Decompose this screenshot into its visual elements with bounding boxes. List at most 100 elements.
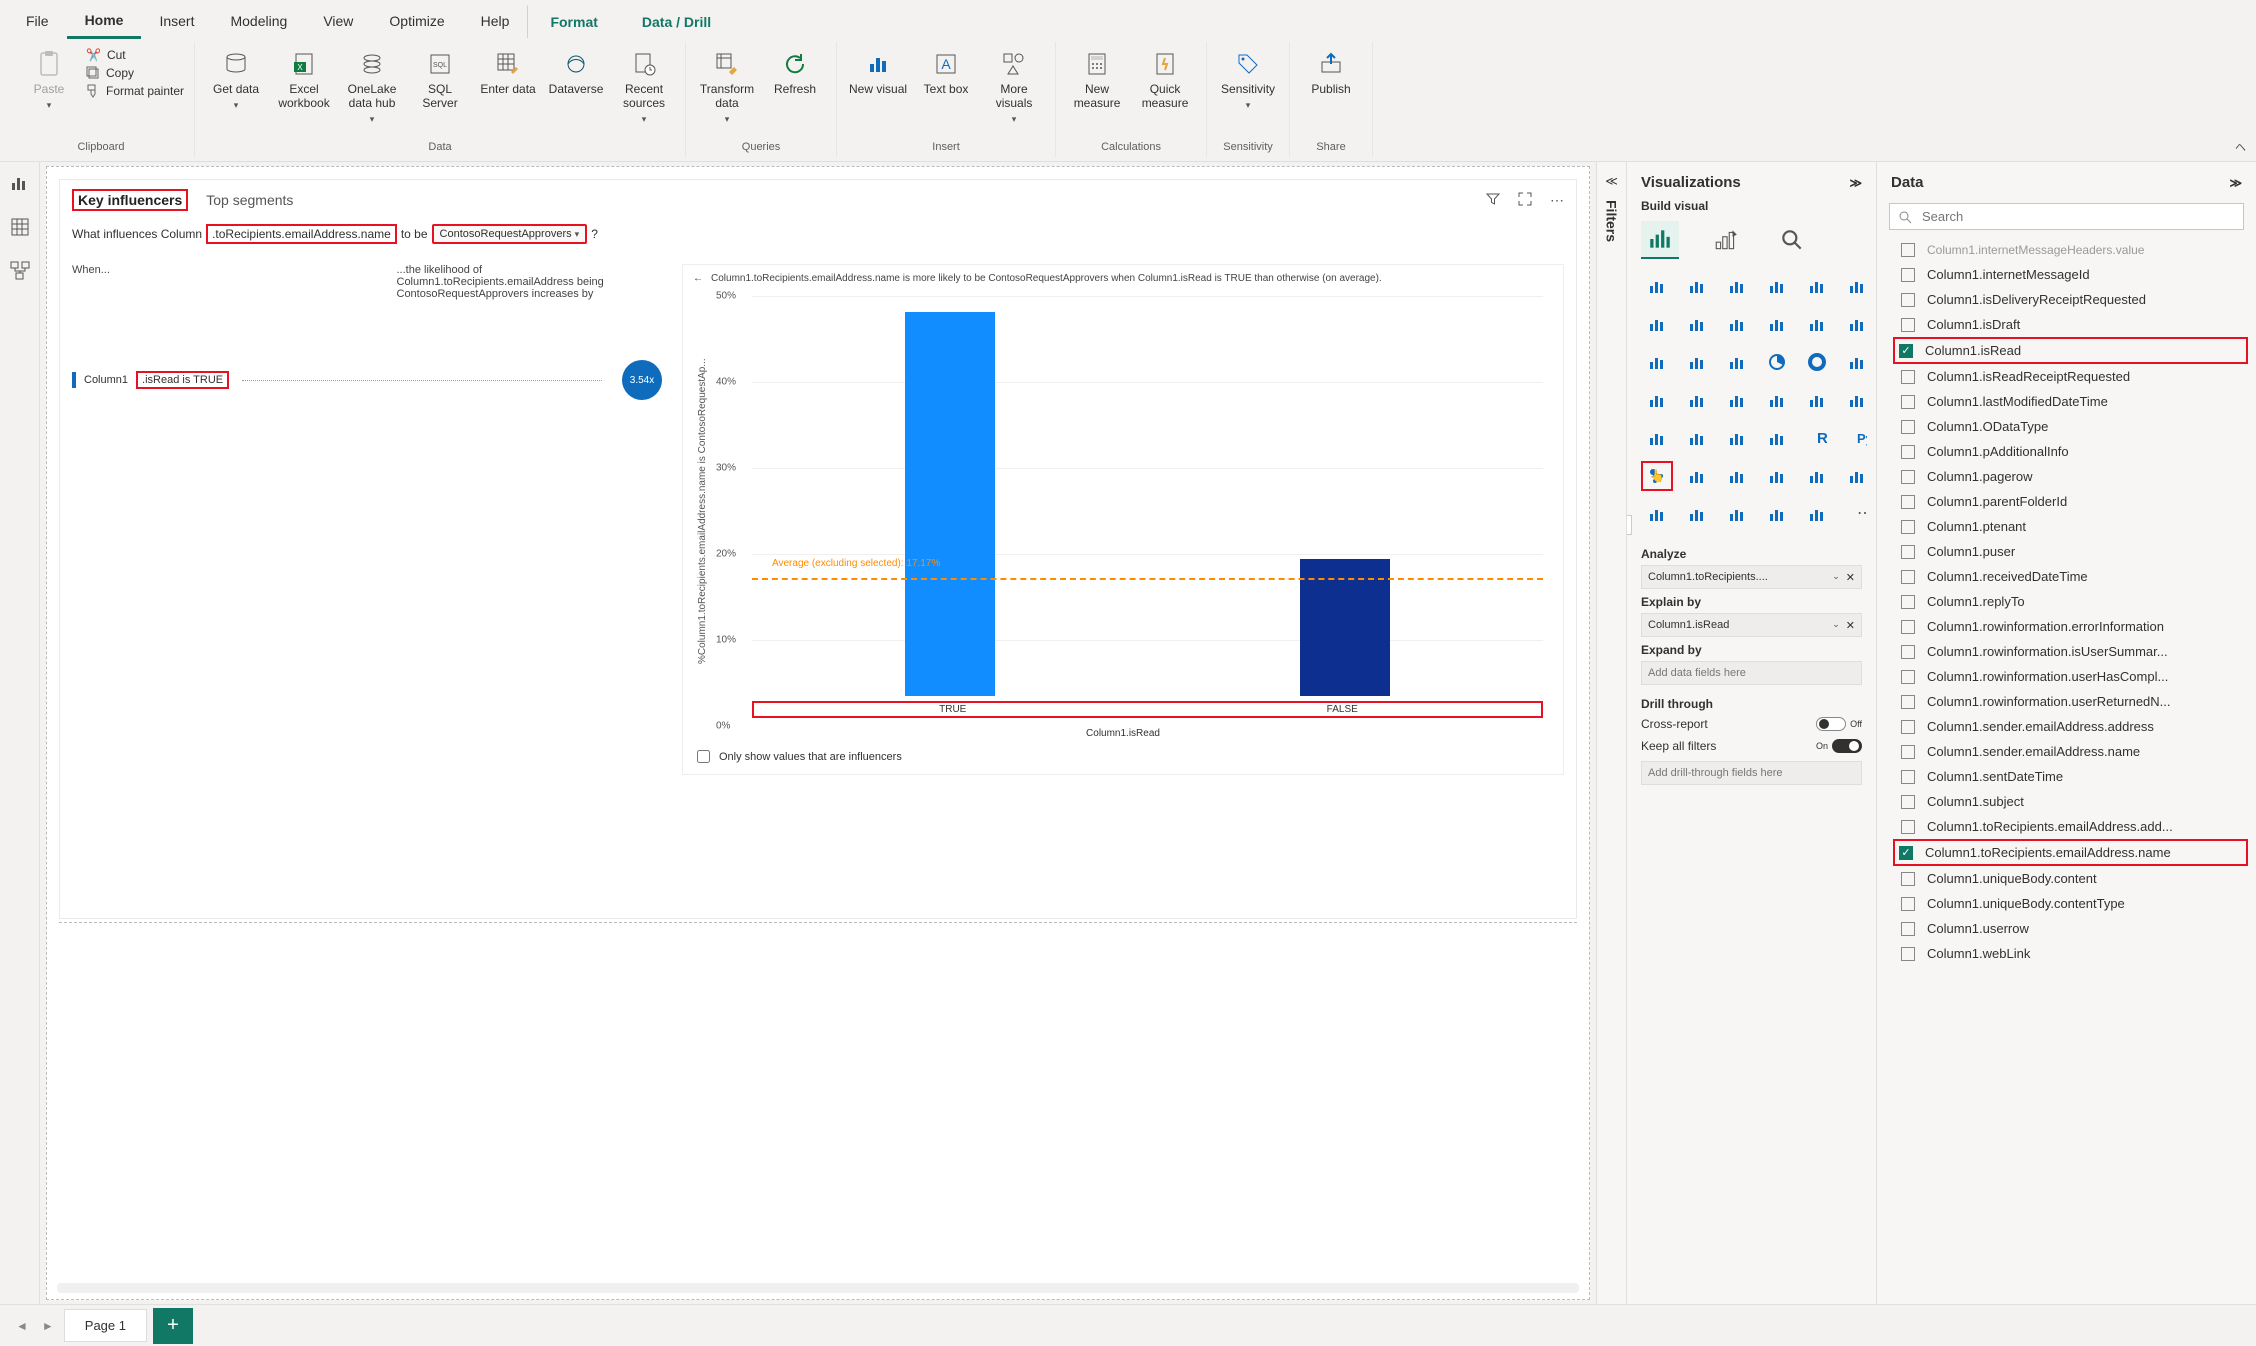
viz-key-influencers-icon[interactable]: 👆: [1641, 461, 1673, 491]
viz-line-col-stack-icon[interactable]: [1801, 309, 1833, 339]
viz-more2-icon[interactable]: [1801, 499, 1833, 529]
viz-table-icon[interactable]: [1721, 423, 1753, 453]
menu-home[interactable]: Home: [67, 4, 142, 39]
only-influencers-checkbox[interactable]: [697, 750, 710, 763]
collapse-right-icon[interactable]: ≫: [1849, 176, 1862, 190]
refresh-button[interactable]: Refresh: [764, 46, 826, 96]
field-row[interactable]: Column1.pagerow: [1897, 464, 2248, 489]
field-checkbox[interactable]: [1901, 445, 1915, 459]
menu-data-drill[interactable]: Data / Drill: [620, 5, 733, 38]
field-row[interactable]: Column1.subject: [1897, 789, 2248, 814]
field-checkbox[interactable]: [1901, 872, 1915, 886]
field-row[interactable]: Column1.ptenant: [1897, 514, 2248, 539]
field-row[interactable]: Column1.sender.emailAddress.address: [1897, 714, 2248, 739]
viz-clustered-column-icon[interactable]: [1761, 271, 1793, 301]
cut-button[interactable]: ✂️ Cut: [86, 48, 184, 62]
field-checkbox[interactable]: [1901, 495, 1915, 509]
field-checkbox[interactable]: [1901, 570, 1915, 584]
field-checkbox[interactable]: [1901, 620, 1915, 634]
model-view-button[interactable]: [9, 260, 31, 282]
menu-view[interactable]: View: [305, 5, 371, 37]
field-row[interactable]: Column1.internetMessageId: [1897, 262, 2248, 287]
field-row[interactable]: Column1.rowinformation.userReturnedN...: [1897, 689, 2248, 714]
enter-data-button[interactable]: Enter data: [477, 46, 539, 96]
sql-button[interactable]: SQL SQL Server: [409, 46, 471, 110]
dataverse-button[interactable]: Dataverse: [545, 46, 607, 96]
transform-data-button[interactable]: Transform data▾: [696, 46, 758, 125]
field-checkbox[interactable]: [1901, 420, 1915, 434]
search-input[interactable]: [1920, 208, 2235, 225]
field-row[interactable]: Column1.isReadReceiptRequested: [1897, 364, 2248, 389]
viz-matrix-icon[interactable]: [1761, 423, 1793, 453]
field-row[interactable]: Column1.puser: [1897, 539, 2248, 564]
viz-stacked-column-icon[interactable]: [1721, 271, 1753, 301]
expand-by-field-well[interactable]: Add data fields here: [1641, 661, 1862, 685]
viz-line-icon[interactable]: [1641, 309, 1673, 339]
chevron-down-icon[interactable]: ⌄: [1832, 619, 1840, 632]
viz-py-visual-icon[interactable]: Py: [1841, 423, 1873, 453]
viz-card-icon[interactable]: [1801, 385, 1833, 415]
back-arrow-icon[interactable]: ←: [693, 273, 703, 284]
viz-100-bar-icon[interactable]: [1801, 271, 1833, 301]
field-checkbox[interactable]: ✓: [1899, 344, 1913, 358]
remove-field-icon[interactable]: ✕: [1846, 619, 1855, 632]
field-checkbox[interactable]: [1901, 370, 1915, 384]
viz-r-visual-icon[interactable]: R: [1801, 423, 1833, 453]
viz-narrative-icon[interactable]: [1761, 461, 1793, 491]
viz-kpi-icon[interactable]: [1841, 385, 1873, 415]
chevron-down-icon[interactable]: ⌄: [1832, 571, 1840, 584]
next-page-button[interactable]: ►: [38, 1315, 58, 1337]
field-row[interactable]: Column1.replyTo: [1897, 589, 2248, 614]
field-row[interactable]: Column1.rowinformation.errorInformation: [1897, 614, 2248, 639]
field-row[interactable]: ✓Column1.toRecipients.emailAddress.name: [1897, 841, 2246, 864]
menu-help[interactable]: Help: [463, 5, 528, 37]
field-checkbox[interactable]: [1901, 670, 1915, 684]
field-row[interactable]: Column1.webLink: [1897, 941, 2248, 966]
viz-qna-icon[interactable]: [1721, 461, 1753, 491]
viz-slicer-icon[interactable]: [1681, 423, 1713, 453]
field-checkbox[interactable]: [1901, 293, 1915, 307]
collapse-ribbon-button[interactable]: ヘ: [2235, 139, 2246, 155]
field-list[interactable]: Column1.internetMessageHeaders.valueColu…: [1877, 236, 2256, 1302]
analyze-field-well[interactable]: Column1.toRecipients.... ⌄✕: [1641, 565, 1862, 589]
recent-sources-button[interactable]: Recent sources▾: [613, 46, 675, 125]
more-options-icon[interactable]: ⋯: [1550, 192, 1564, 209]
field-checkbox[interactable]: [1901, 820, 1915, 834]
field-checkbox[interactable]: [1901, 645, 1915, 659]
field-row[interactable]: Column1.rowinformation.userHasCompl...: [1897, 664, 2248, 689]
viz-100-column-icon[interactable]: [1841, 271, 1873, 301]
horizontal-scrollbar[interactable]: [57, 1283, 1579, 1293]
field-row[interactable]: Column1.uniqueBody.contentType: [1897, 891, 2248, 916]
viz-stacked-bar-icon[interactable]: [1641, 271, 1673, 301]
viz-line-col-icon[interactable]: [1761, 309, 1793, 339]
explain-by-field-well[interactable]: Column1.isRead ⌄✕: [1641, 613, 1862, 637]
viz-power-apps-icon[interactable]: [1681, 499, 1713, 529]
paste-button[interactable]: Paste ▾: [18, 46, 80, 111]
field-checkbox[interactable]: [1901, 470, 1915, 484]
copy-button[interactable]: Copy: [86, 66, 184, 80]
field-checkbox[interactable]: [1901, 947, 1915, 961]
viz-clustered-bar-icon[interactable]: [1681, 271, 1713, 301]
viz-treemap-icon[interactable]: [1841, 347, 1873, 377]
report-page-canvas[interactable]: Key influencers Top segments ⋯ What infl…: [46, 166, 1590, 1300]
drill-through-field-well[interactable]: Add drill-through fields here: [1641, 761, 1862, 785]
field-checkbox[interactable]: [1901, 395, 1915, 409]
viz-goals-icon[interactable]: [1641, 499, 1673, 529]
viz-donut-icon[interactable]: [1801, 347, 1833, 377]
viz-scatter-icon[interactable]: [1721, 347, 1753, 377]
viz-score-icon[interactable]: [1841, 461, 1873, 491]
field-row[interactable]: Column1.parentFolderId: [1897, 489, 2248, 514]
menu-modeling[interactable]: Modeling: [212, 5, 305, 37]
build-visual-tab[interactable]: [1641, 221, 1679, 259]
value-dropdown[interactable]: ContosoRequestApprovers ▾: [432, 224, 588, 244]
viz-filled-map-icon[interactable]: [1681, 385, 1713, 415]
filter-icon[interactable]: [1486, 192, 1500, 209]
keep-filters-toggle[interactable]: [1832, 739, 1862, 753]
expand-left-icon[interactable]: ≪: [1605, 174, 1618, 188]
collapse-right-icon[interactable]: ≫: [2229, 176, 2242, 190]
viz-paginated-icon[interactable]: [1801, 461, 1833, 491]
filters-pane[interactable]: ≪ Filters: [1596, 162, 1626, 1304]
cross-report-toggle[interactable]: [1816, 717, 1846, 731]
field-checkbox[interactable]: [1901, 595, 1915, 609]
new-measure-button[interactable]: New measure: [1066, 46, 1128, 110]
